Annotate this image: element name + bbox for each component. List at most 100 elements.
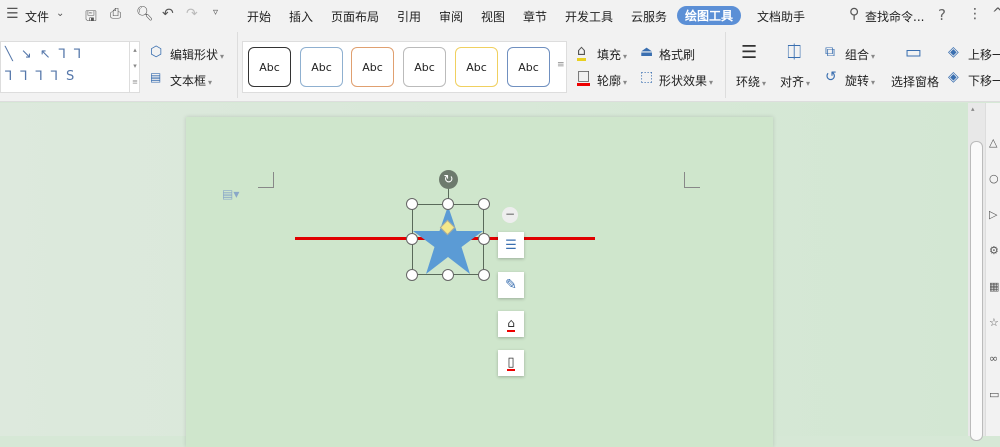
outline-label: 轮廓	[597, 74, 622, 88]
group-icon: ⧉	[825, 44, 835, 60]
margin-corner	[684, 172, 700, 188]
outline-icon: ▯	[507, 354, 515, 371]
resize-handle[interactable]	[406, 233, 418, 245]
document-page[interactable]: ▤▾	[186, 117, 773, 447]
bring-forward-icon: ◈	[948, 44, 959, 60]
title-bar: ☰ 文件 ⌄ 🖫 ⎙ 🔍︎ ↶ ↷ ▿ 开始 插入 页面布局 引用 审阅 视图 …	[0, 0, 1000, 32]
tab-insert[interactable]: 插入	[289, 8, 313, 25]
style-sample[interactable]: Abc	[455, 47, 498, 87]
tab-chapter[interactable]: 章节	[523, 8, 547, 25]
style-sample[interactable]: Abc	[300, 47, 343, 87]
edit-shape-button[interactable]: 编辑形状 ▾	[170, 46, 224, 63]
wrap-icon: ☰	[741, 42, 758, 63]
shape-effects-button[interactable]: 形状效果 ▾	[659, 72, 713, 89]
line-shapes-gallery[interactable]: ╲↘↖⅂⅂ ⅂⅂⅂⅂S ▴ ▾ ≡	[0, 41, 140, 93]
resize-handle[interactable]	[406, 198, 418, 210]
gallery-scroll[interactable]: ▴ ▾ ≡	[129, 42, 140, 92]
layout-options-button[interactable]: ☰	[498, 232, 524, 258]
edit-shape-icon: ⬡	[150, 44, 163, 60]
tab-layout[interactable]: 页面布局	[331, 8, 379, 25]
margin-corner	[258, 172, 274, 188]
selection-pane-button[interactable]: 选择窗格	[891, 73, 939, 90]
tab-home[interactable]: 开始	[247, 8, 271, 25]
undo-icon[interactable]: ↶	[162, 6, 174, 22]
search-icon[interactable]: ⚲	[849, 6, 859, 22]
sidebar-icons[interactable]: △ ○ ▷ ⚙ ▦ ☆ ∞ ▭	[986, 125, 1000, 413]
help-button[interactable]: ?	[938, 6, 946, 24]
more-icon[interactable]: ⋮	[968, 6, 982, 22]
print-preview-icon[interactable]: 🔍︎	[136, 6, 154, 22]
wrap-button[interactable]: 环绕 ▾	[736, 73, 766, 90]
resize-handle[interactable]	[442, 269, 454, 281]
tab-references[interactable]: 引用	[397, 8, 421, 25]
hamburger-icon[interactable]: ☰	[6, 6, 19, 22]
resize-handle[interactable]	[478, 269, 490, 281]
fill-button[interactable]: 填充 ▾	[597, 46, 627, 63]
send-backward-icon: ◈	[948, 69, 959, 85]
shape-fill-button[interactable]: ⌂	[498, 311, 524, 337]
format-painter-button[interactable]: 格式刷	[659, 46, 695, 63]
fill-label: 填充	[597, 48, 622, 62]
wrap-text-icon: ☰	[505, 237, 517, 253]
line-shape-icons[interactable]: ╲↘↖⅂⅂ ⅂⅂⅂⅂S	[1, 42, 139, 90]
fill-bucket-icon: ⌂	[507, 315, 515, 332]
rotate-button[interactable]: 旋转 ▾	[845, 72, 875, 89]
outline-button[interactable]: 轮廓 ▾	[597, 72, 627, 89]
shape-style-button[interactable]: ✎	[498, 272, 524, 298]
edit-shape-label: 编辑形状	[170, 48, 219, 62]
style-sample[interactable]: Abc	[248, 47, 291, 87]
align-icon: ⎅	[787, 42, 802, 63]
tab-drawing-tools[interactable]: 绘图工具	[677, 6, 742, 25]
redo-icon[interactable]: ↷	[186, 6, 198, 22]
shape-effects-label: 形状效果	[659, 74, 708, 88]
scrollbar-thumb[interactable]	[970, 141, 983, 441]
shape-outline-button[interactable]: ▯	[498, 350, 524, 376]
paragraph-icon[interactable]: ▤▾	[222, 187, 239, 201]
collapse-toolbar-icon[interactable]: −	[502, 207, 518, 223]
text-box-button[interactable]: 文本框 ▾	[170, 72, 212, 89]
align-label: 对齐	[780, 75, 805, 89]
resize-handle[interactable]	[478, 198, 490, 210]
group-button[interactable]: 组合 ▾	[845, 46, 875, 63]
divider	[725, 32, 726, 98]
send-backward-button[interactable]: 下移一	[968, 72, 1000, 89]
styles-more-icon[interactable]: ≡	[557, 60, 565, 70]
rotate-label: 旋转	[845, 74, 870, 88]
text-box-label: 文本框	[170, 74, 207, 88]
tab-review[interactable]: 审阅	[439, 8, 463, 25]
outline-icon: □	[577, 68, 591, 86]
save-icon[interactable]: 🖫	[85, 6, 97, 30]
format-painter-icon: ⏏	[640, 44, 654, 60]
group-label: 组合	[845, 48, 870, 62]
text-box-icon: ▤	[150, 70, 162, 84]
fill-icon: ⌂	[577, 43, 586, 61]
style-sample[interactable]: Abc	[351, 47, 394, 87]
rotate-icon: ↺	[825, 69, 837, 85]
collapse-icon[interactable]: ^	[992, 6, 1000, 22]
wrap-label: 环绕	[736, 75, 761, 89]
command-search[interactable]: 查找命令...	[865, 8, 924, 25]
align-button[interactable]: 对齐 ▾	[780, 73, 810, 90]
resize-handle[interactable]	[478, 233, 490, 245]
chevron-down-icon[interactable]: ⌄	[56, 8, 64, 19]
print-icon[interactable]: ⎙	[110, 6, 121, 22]
resize-handle[interactable]	[442, 198, 454, 210]
divider	[237, 32, 238, 98]
star-shape[interactable]	[412, 204, 484, 275]
selection-pane-icon: ▭	[905, 42, 923, 63]
tab-view[interactable]: 视图	[481, 8, 505, 25]
rotate-handle-icon[interactable]: ↻	[439, 170, 458, 189]
customize-icon[interactable]: ▿	[213, 7, 218, 18]
style-sample[interactable]: Abc	[403, 47, 446, 87]
tab-cloud[interactable]: 云服务	[631, 8, 667, 25]
resize-handle[interactable]	[406, 269, 418, 281]
tab-developer[interactable]: 开发工具	[565, 8, 613, 25]
right-sidebar: △ ○ ▷ ⚙ ▦ ☆ ∞ ▭	[985, 103, 1000, 436]
tab-doc-assistant[interactable]: 文档助手	[757, 8, 805, 25]
ribbon: ╲↘↖⅂⅂ ⅂⅂⅂⅂S ▴ ▾ ≡ ⬡ 编辑形状 ▾ ▤ 文本框 ▾ Abc Abc Ab…	[0, 32, 1000, 102]
bring-forward-button[interactable]: 上移一	[968, 46, 1000, 63]
file-menu[interactable]: 文件	[25, 8, 49, 25]
style-sample[interactable]: Abc	[507, 47, 550, 87]
vertical-scrollbar[interactable]: ▴	[968, 103, 985, 441]
scroll-up-icon[interactable]: ▴	[971, 105, 975, 113]
